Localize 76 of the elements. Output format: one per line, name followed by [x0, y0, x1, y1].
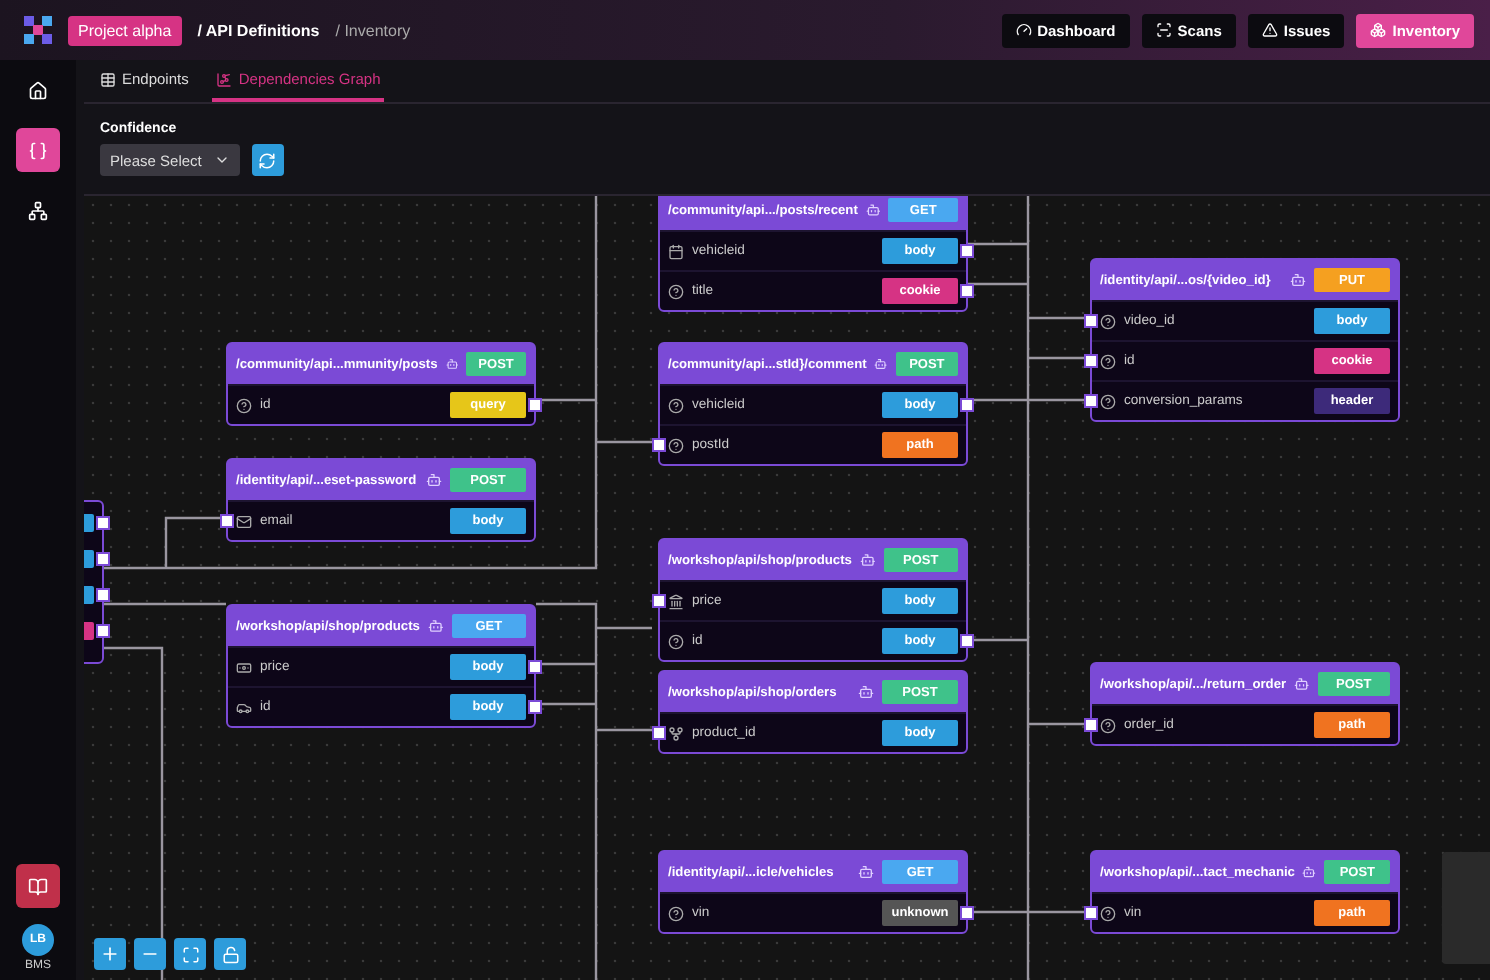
- alert-icon: [1261, 22, 1278, 38]
- table-icon: [100, 71, 116, 87]
- handle[interactable]: [1084, 394, 1098, 408]
- robot-icon: [858, 684, 874, 700]
- robot-icon: [427, 618, 444, 634]
- api-icon: [28, 137, 48, 163]
- gauge-icon: [1015, 22, 1032, 38]
- banknote-icon: [236, 659, 252, 675]
- bank-icon: [668, 593, 684, 609]
- handle[interactable]: [652, 726, 666, 740]
- robot-icon: [426, 472, 442, 488]
- handle[interactable]: [1084, 718, 1098, 732]
- handle[interactable]: [96, 588, 110, 602]
- breadcrumb-link[interactable]: / Inventory: [335, 21, 411, 39]
- unlock-icon: [221, 945, 239, 963]
- handle[interactable]: [220, 514, 234, 528]
- help-icon: [1100, 313, 1116, 329]
- fit-view-icon: [181, 945, 199, 963]
- handle[interactable]: [960, 906, 974, 920]
- handle[interactable]: [96, 552, 110, 566]
- plus-icon: [100, 944, 120, 964]
- help-icon: [1100, 905, 1116, 921]
- scan-icon: [1155, 22, 1172, 38]
- handle[interactable]: [960, 244, 974, 258]
- handle[interactable]: [1084, 354, 1098, 368]
- refresh-icon: [258, 151, 277, 169]
- handle[interactable]: [652, 594, 666, 608]
- handle[interactable]: [528, 398, 542, 412]
- robot-icon: [1294, 676, 1310, 692]
- calendar-icon: [668, 243, 684, 259]
- handle[interactable]: [960, 284, 974, 298]
- handle[interactable]: [528, 700, 542, 714]
- fork-icon: [668, 725, 684, 741]
- lock-button[interactable]: [214, 938, 246, 970]
- connector-line: [102, 602, 226, 606]
- robot-icon: [1290, 272, 1306, 288]
- help-icon: [1100, 717, 1116, 733]
- project-badge[interactable]: Project alpha: [68, 15, 182, 45]
- handle[interactable]: [960, 634, 974, 648]
- robot-icon: [859, 552, 876, 568]
- robot-icon: [858, 864, 874, 880]
- book-icon: [28, 875, 48, 897]
- home-icon: [28, 77, 48, 103]
- robot-icon: [874, 356, 888, 372]
- help-icon: [668, 397, 684, 413]
- handle[interactable]: [96, 516, 110, 530]
- handle[interactable]: [1084, 314, 1098, 328]
- api-button[interactable]: [16, 128, 60, 172]
- boxes-icon: [1370, 22, 1387, 38]
- help-icon: [668, 437, 684, 453]
- handle[interactable]: [652, 438, 666, 452]
- book-button[interactable]: [16, 864, 60, 908]
- zoom-in-button[interactable]: [94, 938, 126, 970]
- refresh-button[interactable]: [251, 144, 284, 176]
- robot-icon: [1302, 864, 1317, 880]
- graph-icon: [216, 71, 233, 87]
- help-icon: [1100, 393, 1116, 409]
- help-icon: [1100, 353, 1116, 369]
- handle[interactable]: [528, 660, 542, 674]
- sitemap-icon: [28, 197, 48, 223]
- help-icon: [668, 633, 684, 649]
- chevron-down-icon: [213, 152, 230, 168]
- fit-view-button[interactable]: [174, 938, 206, 970]
- mail-icon: [236, 513, 252, 529]
- help-icon: [668, 283, 684, 299]
- help-icon: [668, 905, 684, 921]
- handle[interactable]: [1084, 906, 1098, 920]
- robot-icon: [445, 356, 459, 372]
- handle[interactable]: [960, 398, 974, 412]
- help-icon: [236, 397, 252, 413]
- handle[interactable]: [96, 624, 110, 638]
- zoom-out-button[interactable]: [134, 938, 166, 970]
- breadcrumb-link[interactable]: / API Definitions: [197, 21, 320, 39]
- robot-icon: [865, 202, 881, 218]
- car-icon: [236, 699, 252, 715]
- logo-icon: [24, 16, 52, 44]
